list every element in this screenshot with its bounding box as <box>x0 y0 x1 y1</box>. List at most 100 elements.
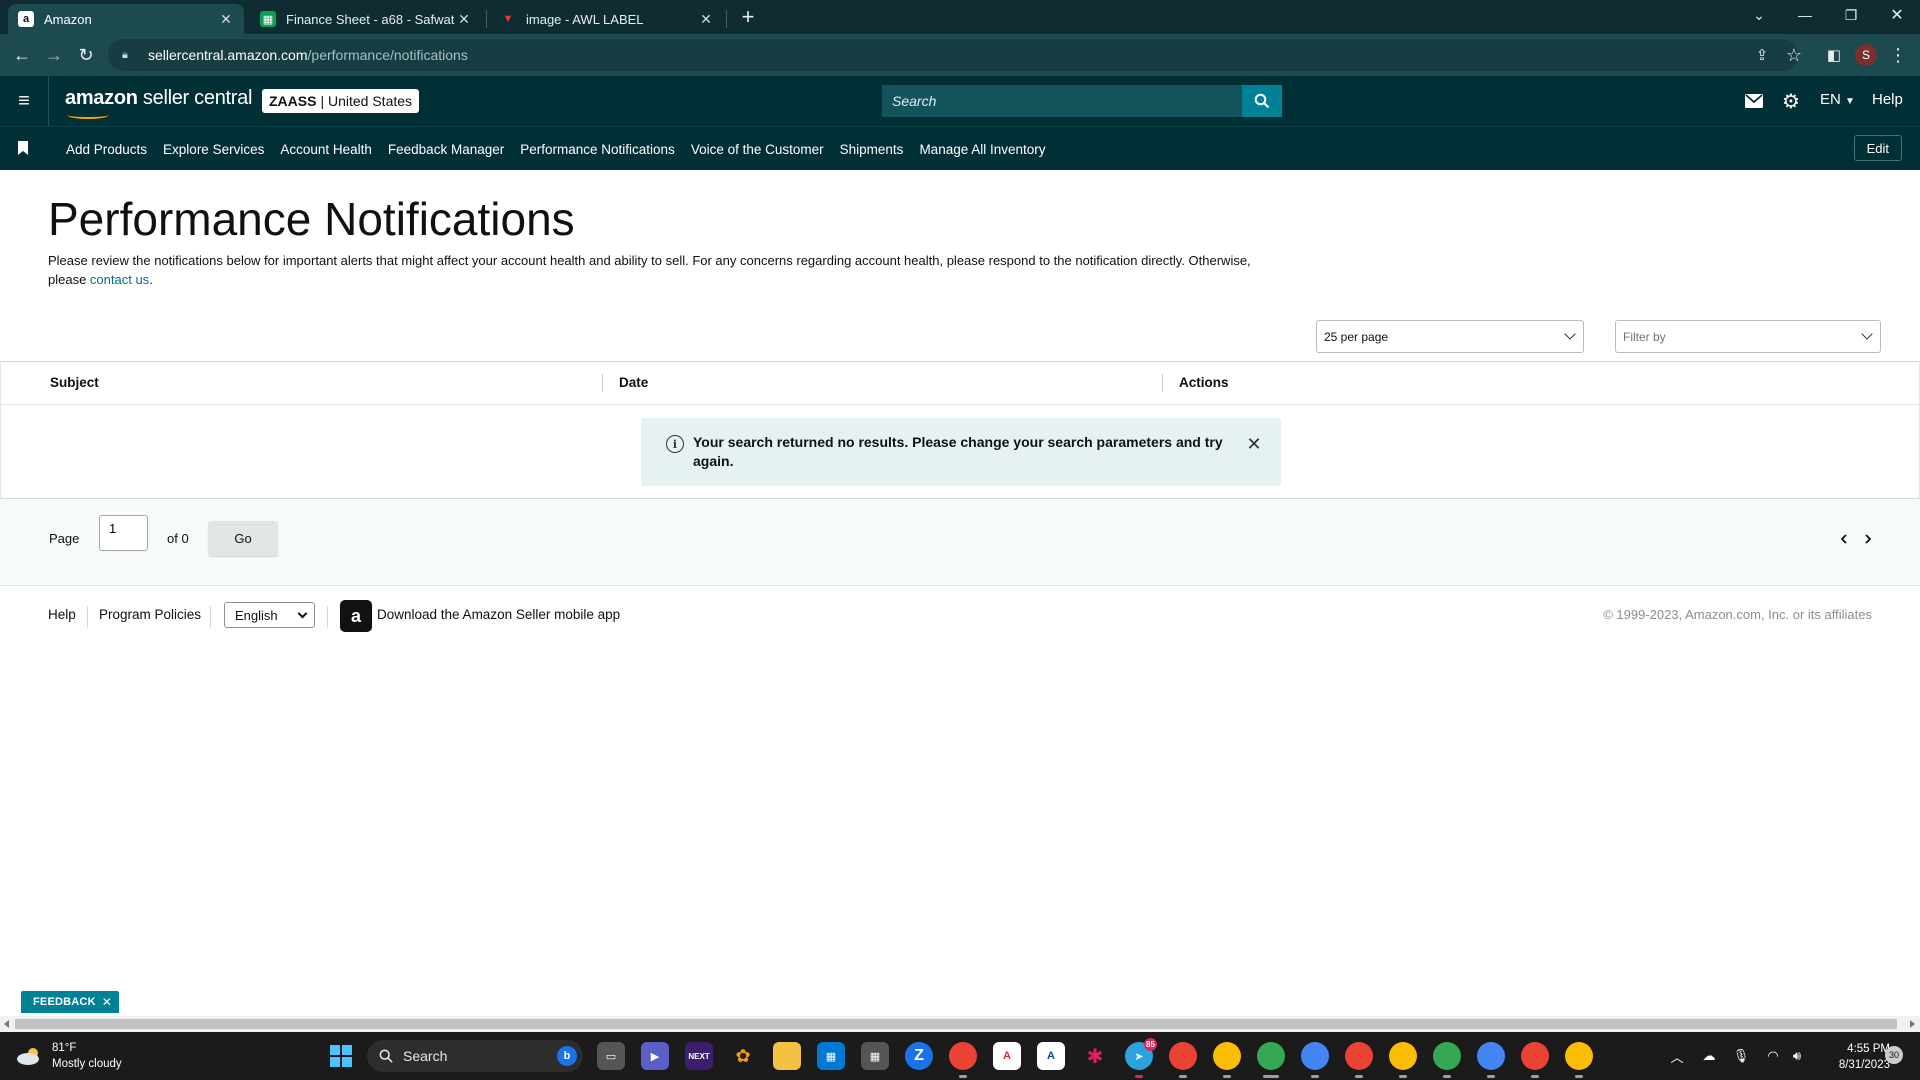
tray-overflow-icon[interactable]: ︿ <box>1668 1048 1686 1065</box>
amazon-seller-central-logo[interactable]: amazon seller central <box>65 87 252 119</box>
wifi-icon[interactable]: ◠ <box>1764 1048 1782 1064</box>
tab-search-icon[interactable]: ⌄ <box>1736 0 1782 30</box>
chrome-profile-icon[interactable] <box>1213 1042 1241 1078</box>
column-subject[interactable]: Subject <box>50 375 99 390</box>
account-switcher[interactable]: ZAASS | United States <box>262 89 420 113</box>
close-icon[interactable]: ✕ <box>218 11 234 28</box>
hamburger-menu-icon[interactable]: ≡ <box>12 89 36 113</box>
chevron-right-icon[interactable] <box>1862 533 1874 545</box>
chevron-left-icon[interactable] <box>1838 533 1850 545</box>
tab-awl-label[interactable]: ▼ image - AWL LABEL ✕ <box>490 4 724 34</box>
nav-explore-services[interactable]: Explore Services <box>163 142 264 157</box>
awl-app-icon-2[interactable]: A <box>1037 1042 1065 1070</box>
chrome-profile-icon[interactable] <box>1257 1042 1285 1078</box>
chrome-profile-icon[interactable] <box>1521 1042 1549 1078</box>
close-icon[interactable]: ✕ <box>456 11 472 28</box>
back-icon[interactable]: ← <box>8 41 36 69</box>
scroll-left-icon[interactable] <box>4 1020 9 1028</box>
calculator-icon[interactable]: ▦ <box>861 1042 889 1070</box>
scroll-right-icon[interactable] <box>1910 1020 1915 1028</box>
task-view-icon[interactable]: ▭ <box>597 1042 625 1070</box>
account-name: ZAASS <box>269 93 317 109</box>
nav-shipments[interactable]: Shipments <box>840 142 904 157</box>
search-button[interactable] <box>1242 85 1282 117</box>
feedback-button[interactable]: FEEDBACK ✕ <box>21 991 119 1013</box>
search-input[interactable] <box>882 85 1242 117</box>
edit-nav-button[interactable]: Edit <box>1853 135 1902 161</box>
system-clock[interactable]: 4:55 PM 8/31/2023 <box>1816 1041 1890 1073</box>
close-icon[interactable]: ✕ <box>102 995 112 1009</box>
footer-language-select[interactable]: English <box>224 602 315 628</box>
next-app-icon[interactable]: NEXT <box>685 1042 713 1070</box>
chrome-profile-icon[interactable] <box>1433 1042 1461 1078</box>
seller-search <box>882 85 1282 117</box>
close-icon[interactable]: ✕ <box>1245 434 1263 454</box>
bookmark-star-icon[interactable]: ☆ <box>1780 41 1808 69</box>
mail-icon[interactable] <box>1742 89 1766 113</box>
horizontal-scrollbar[interactable] <box>0 1016 1920 1032</box>
restore-icon[interactable]: ❐ <box>1828 0 1874 30</box>
teams-icon[interactable]: ▶ <box>641 1042 669 1070</box>
taskbar-search[interactable]: Search b <box>367 1040 583 1072</box>
share-icon[interactable]: ⇪ <box>1748 41 1776 69</box>
chrome-profile-icon[interactable] <box>1477 1042 1505 1078</box>
telegram-icon[interactable]: ➤ 85 <box>1125 1038 1157 1078</box>
windows-start-icon[interactable] <box>330 1045 352 1067</box>
clock-time: 4:55 PM <box>1847 1043 1890 1055</box>
contact-us-link[interactable]: contact us <box>90 272 149 287</box>
page-number-input[interactable] <box>99 515 148 551</box>
nav-voice-of-customer[interactable]: Voice of the Customer <box>691 142 824 157</box>
chrome-profile-icon[interactable] <box>1389 1042 1417 1078</box>
nav-feedback-manager[interactable]: Feedback Manager <box>388 142 504 157</box>
go-button[interactable]: Go <box>208 521 278 556</box>
nav-account-health[interactable]: Account Health <box>280 142 372 157</box>
chrome-menu-icon[interactable]: ⋮ <box>1884 41 1912 69</box>
footer-help-link[interactable]: Help <box>48 607 76 622</box>
chrome-profile-icon[interactable] <box>1345 1042 1373 1078</box>
notification-badge[interactable]: 30 <box>1885 1046 1903 1064</box>
reload-icon[interactable]: ↻ <box>72 41 100 69</box>
nav-performance-notifications[interactable]: Performance Notifications <box>520 142 675 157</box>
volume-icon[interactable]: 🔊︎ <box>1788 1048 1806 1064</box>
tab-finance-sheet[interactable]: ▦ Finance Sheet - a68 - Safwat (Sar ✕ <box>250 4 482 34</box>
footer-divider <box>87 606 88 628</box>
calendar-icon[interactable]: ▦ <box>817 1042 845 1070</box>
window-close-icon[interactable]: ✕ <box>1874 0 1920 30</box>
gear-icon[interactable]: ⚙ <box>1779 89 1803 113</box>
zoom-icon[interactable]: Z <box>905 1042 933 1070</box>
program-policies-link[interactable]: Program Policies <box>99 607 201 622</box>
tab-amazon[interactable]: a Amazon ✕ <box>8 4 244 34</box>
column-date[interactable]: Date <box>619 375 648 390</box>
nav-add-products[interactable]: Add Products <box>66 142 147 157</box>
nav-manage-inventory[interactable]: Manage All Inventory <box>919 142 1045 157</box>
microphone-icon[interactable]: 🎙︎ <box>1732 1048 1750 1064</box>
file-explorer-icon[interactable] <box>773 1042 801 1070</box>
url-path: /performance/notifications <box>307 47 468 63</box>
onedrive-icon[interactable]: ☁ <box>1700 1048 1718 1064</box>
weather-widget[interactable]: 81°F Mostly cloudy <box>16 1040 122 1072</box>
chrome-icon[interactable] <box>949 1042 977 1078</box>
address-bar[interactable]: 🔒︎ sellercentral.amazon.com/performance/… <box>108 39 1798 71</box>
new-tab-icon[interactable]: + <box>735 4 761 30</box>
scrollbar-thumb[interactable] <box>15 1019 1897 1029</box>
slack-icon[interactable]: ✱ <box>1081 1042 1109 1070</box>
chrome-profile-icon[interactable] <box>1169 1042 1197 1078</box>
photos-icon[interactable]: ✿ <box>729 1042 757 1070</box>
close-icon[interactable]: ✕ <box>698 11 714 28</box>
download-app-link[interactable]: Download the Amazon Seller mobile app <box>377 607 620 622</box>
minimize-icon[interactable]: — <box>1782 0 1828 30</box>
amazon-seller-app-icon[interactable]: a <box>340 600 372 632</box>
language-selector[interactable]: EN ▼ <box>1820 91 1855 108</box>
chrome-profile-icon[interactable] <box>1565 1042 1593 1078</box>
per-page-select[interactable]: 25 per page <box>1316 320 1584 353</box>
notifications-table: Subject Date Actions i Your search retur… <box>0 361 1920 499</box>
awl-app-icon[interactable]: A <box>993 1042 1021 1070</box>
filter-select[interactable]: Filter by <box>1615 320 1881 353</box>
side-panel-icon[interactable]: ◧ <box>1820 41 1848 69</box>
forward-icon[interactable]: → <box>40 41 68 69</box>
chrome-profile-icon[interactable] <box>1301 1042 1329 1078</box>
profile-avatar[interactable]: S <box>1855 44 1877 66</box>
help-link[interactable]: Help <box>1872 91 1903 108</box>
bing-icon[interactable]: b <box>557 1046 577 1066</box>
bookmark-icon[interactable] <box>18 141 28 155</box>
